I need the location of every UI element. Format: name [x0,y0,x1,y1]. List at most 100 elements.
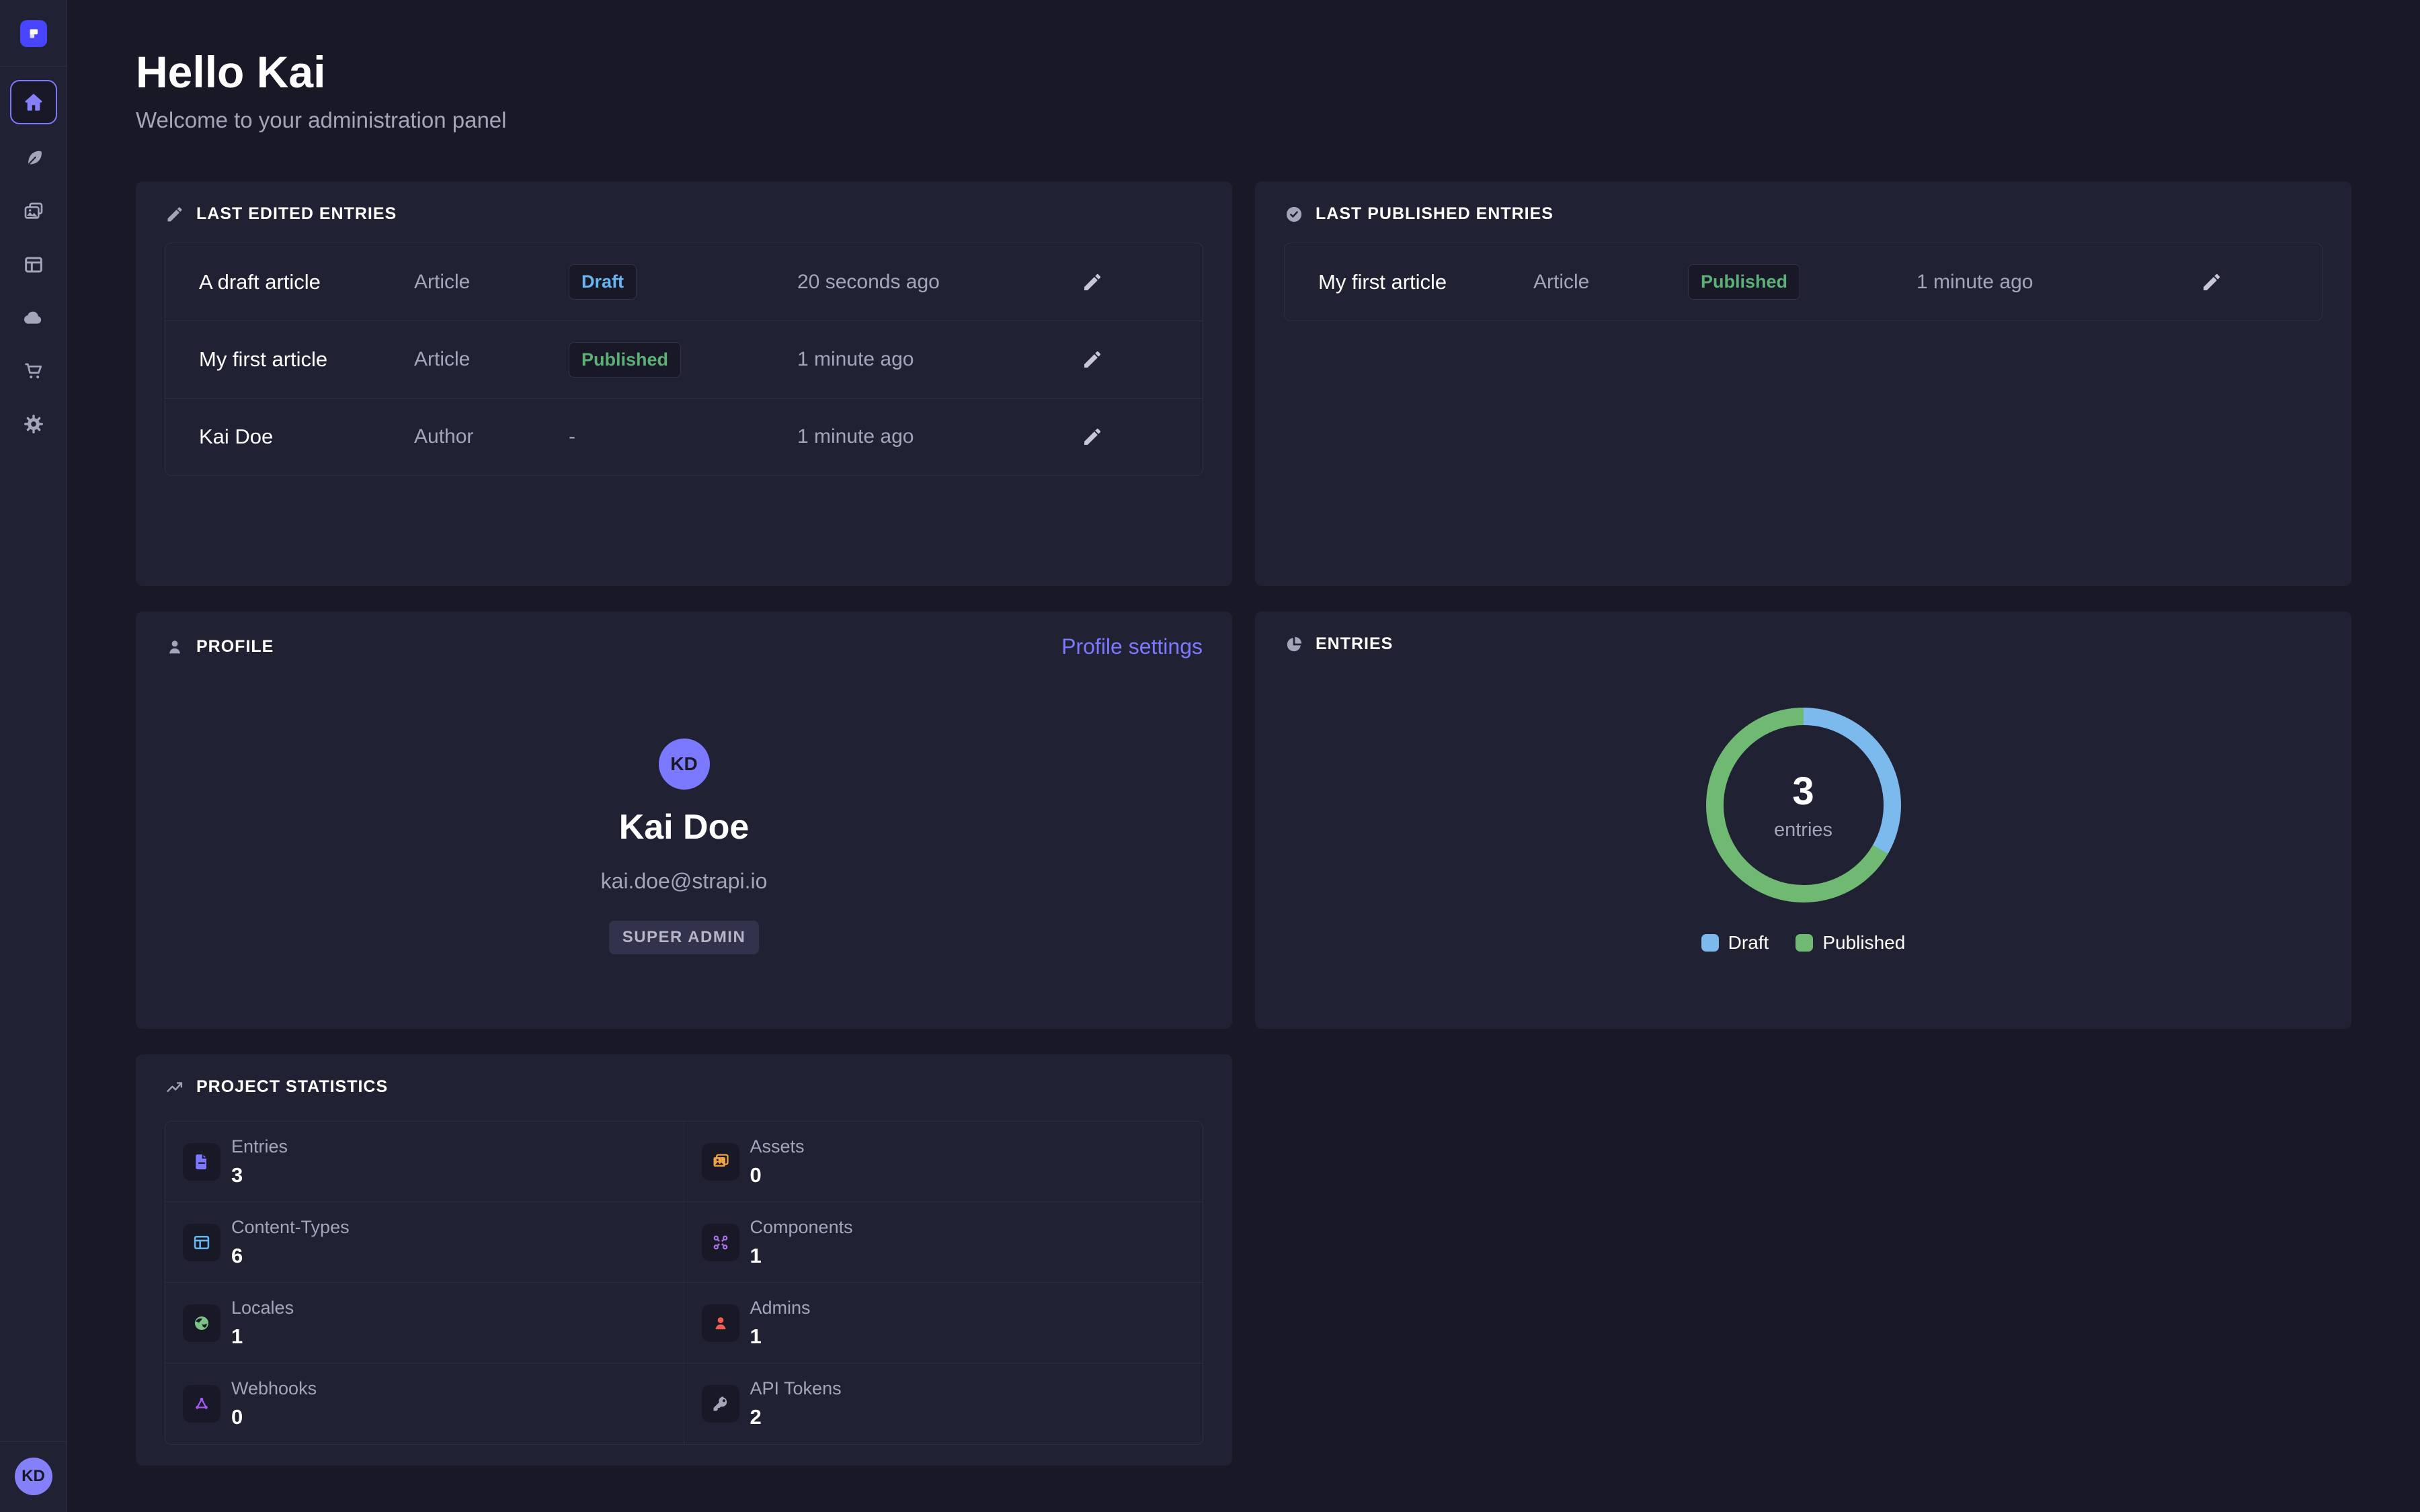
stat-value: 1 [231,1325,294,1349]
entry-time: 1 minute ago [1917,271,2201,294]
layout-icon [23,254,44,276]
stat-label: Admins [750,1298,811,1318]
profile-settings-link[interactable]: Profile settings [1061,634,1203,659]
entries-donut: 3 entries [1706,708,1901,902]
stat-value: 1 [750,1325,811,1349]
widget-title: LAST PUBLISHED ENTRIES [1316,204,1554,224]
trend-up-icon [165,1078,184,1097]
legend-item-draft: Draft [1701,932,1769,954]
stat-api-tokens: API Tokens 2 [684,1363,1203,1444]
published-swatch-icon [1796,934,1813,952]
cart-icon [23,360,44,382]
edit-entry-button[interactable] [1082,426,1103,448]
stat-label: Entries [231,1136,288,1157]
pictures-icon [702,1143,739,1181]
entry-time: 1 minute ago [797,348,1082,371]
stat-value: 3 [231,1163,288,1187]
profile-header: PROFILE Profile settings [136,612,1232,659]
status-badge: Draft [569,264,637,300]
sidebar-item-home[interactable] [10,80,57,124]
edit-entry-button[interactable] [1082,349,1103,370]
stat-label: API Tokens [750,1378,842,1399]
sidebar-item-content-manager[interactable] [15,140,52,177]
status-badge: Published [569,342,681,378]
legend-label: Published [1822,932,1905,954]
page-title: Hello Kai [136,50,2351,94]
pie-chart-icon [1285,635,1303,654]
widget-title: PROFILE [196,637,274,657]
entries-header: ENTRIES [1255,612,2351,654]
sidebar-divider-top [0,66,67,67]
stat-content-types: Content-Types 6 [165,1202,684,1283]
sidebar-item-marketplace[interactable] [15,352,52,390]
edit-entry-button[interactable] [2201,271,2222,293]
stat-value: 2 [750,1405,842,1429]
entry-time: 1 minute ago [797,425,1082,448]
sidebar-item-content-type-builder[interactable] [15,246,52,284]
statistics-header: PROJECT STATISTICS [136,1054,1232,1097]
cloud-icon [23,307,44,329]
profile-card: PROFILE Profile settings KD Kai Doe kai.… [136,612,1232,1029]
project-statistics-card: PROJECT STATISTICS Entries 3 [136,1054,1232,1466]
statistics-grid: Entries 3 Assets [165,1121,1203,1445]
stat-components: Components 1 [684,1202,1203,1283]
last-edited-header: LAST EDITED ENTRIES [136,181,1232,224]
status-badge: - [569,425,575,448]
last-edited-entries-card: LAST EDITED ENTRIES A draft article Arti… [136,181,1232,586]
check-circle-icon [1285,205,1303,224]
profile-body: KD Kai Doe kai.doe@strapi.io SUPER ADMIN [136,739,1232,954]
entry-type: Article [414,271,569,294]
stat-label: Locales [231,1298,294,1318]
entry-time: 20 seconds ago [797,271,1082,294]
images-icon [23,201,44,222]
entry-type: Author [414,425,569,448]
entries-chart: 3 entries Draft Published [1255,708,2351,954]
widget-title: PROJECT STATISTICS [196,1077,388,1097]
status-badge: Published [1688,264,1800,300]
entry-type: Article [1533,271,1688,294]
entry-type: Article [414,348,569,371]
strapi-logo-button[interactable] [20,20,47,47]
sidebar-footer: KD [0,1441,67,1512]
last-published-entries-card: LAST PUBLISHED ENTRIES My first article … [1255,181,2351,586]
pencil-icon [1082,271,1103,293]
sidebar-item-deploy[interactable] [15,299,52,337]
avatar: KD [659,739,710,790]
entries-chart-card: ENTRIES 3 entries Draft Publis [1255,612,2351,1029]
stat-locales: Locales 1 [165,1283,684,1363]
user-avatar[interactable]: KD [15,1458,52,1495]
file-icon [183,1143,220,1181]
entry-name: A draft article [199,270,414,294]
widgets-grid: LAST EDITED ENTRIES A draft article Arti… [136,181,2351,1466]
widget-title: LAST EDITED ENTRIES [196,204,397,224]
entry-name: My first article [199,347,414,372]
legend-label: Draft [1728,932,1769,954]
globe-icon [183,1304,220,1342]
profile-name: Kai Doe [619,807,750,847]
sidebar-divider-bottom [0,1441,67,1442]
widget-title: ENTRIES [1316,634,1393,654]
pencil-icon [165,205,184,224]
legend-item-published: Published [1796,932,1905,954]
stat-admins: Admins 1 [684,1283,1203,1363]
user-icon [702,1304,739,1342]
gear-icon [22,413,45,435]
person-icon [165,638,184,657]
stat-value: 0 [231,1405,317,1429]
edit-entry-button[interactable] [1082,271,1103,293]
entry-name: My first article [1318,270,1533,294]
entries-total-label: entries [1774,819,1832,841]
avatar-initials: KD [670,753,697,775]
entries-total: 3 [1792,769,1814,814]
user-initials: KD [22,1467,45,1486]
chart-legend: Draft Published [1701,932,1906,954]
sidebar: KD [0,0,67,1512]
sidebar-item-media-library[interactable] [15,193,52,230]
table-row: My first article Article Published 1 min… [1285,243,2322,321]
pencil-icon [1082,426,1103,448]
sidebar-nav [10,80,57,443]
pencil-icon [1082,349,1103,370]
sidebar-item-settings[interactable] [15,405,52,443]
role-badge: SUPER ADMIN [609,921,760,954]
home-icon [23,91,44,113]
